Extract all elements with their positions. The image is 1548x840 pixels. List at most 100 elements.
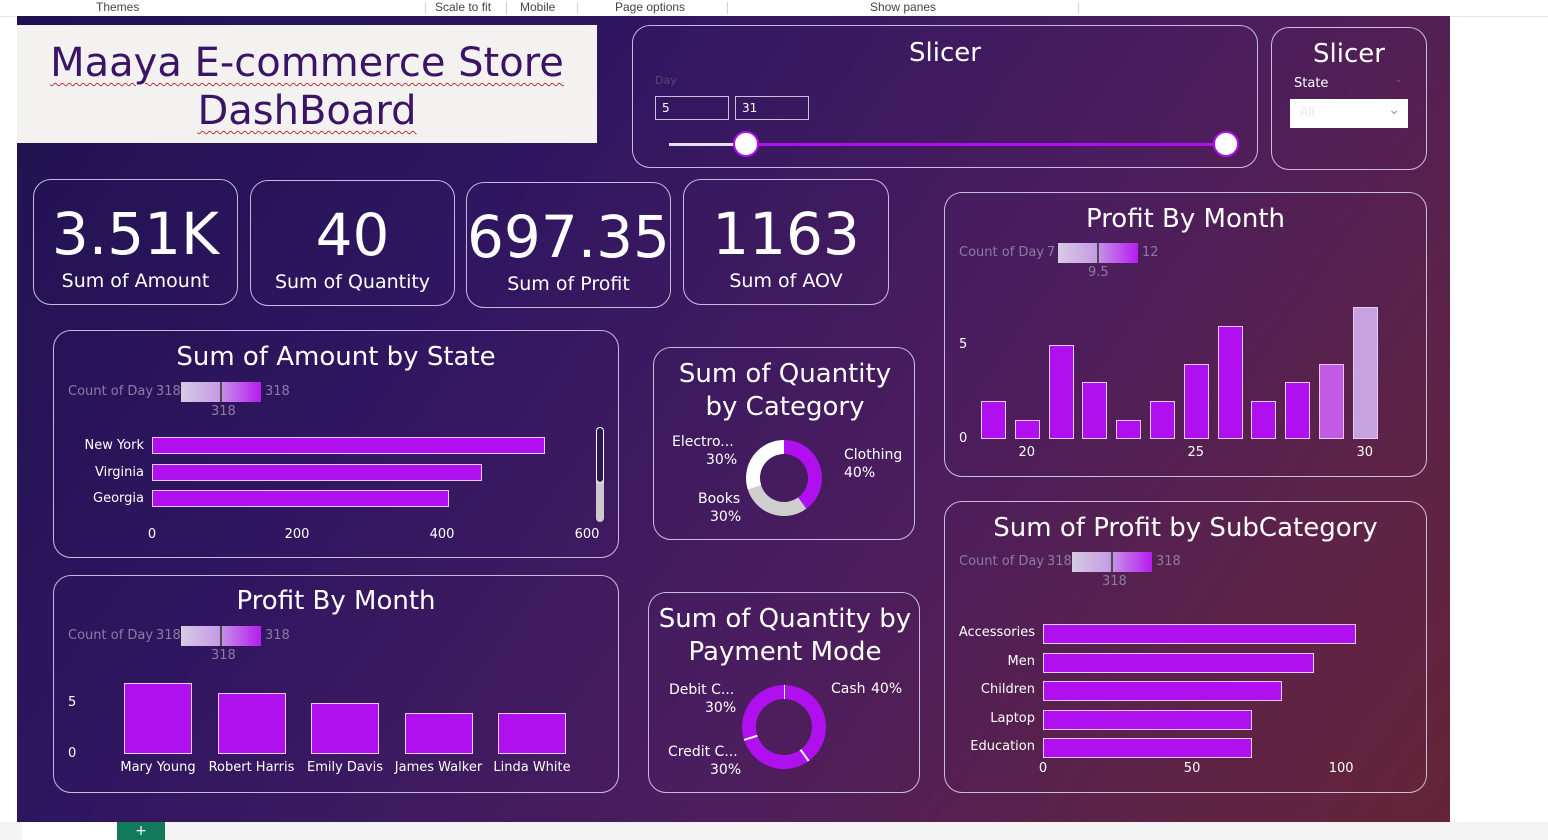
- bar: [1043, 709, 1252, 730]
- category-label: Laptop: [990, 710, 1035, 726]
- slice-label-name: Books: [698, 491, 741, 507]
- y-tick-label: 5: [68, 695, 77, 711]
- bar: [1043, 624, 1357, 644]
- bar: [124, 683, 192, 754]
- slice: [744, 735, 809, 769]
- x-tick-label: 600: [574, 527, 600, 542]
- amount-by-state-chart: Sum of Amount by State Count of Day 318 …: [53, 330, 619, 558]
- dashboard-title-box: Maaya E-commerce Store DashBoard: [17, 25, 597, 143]
- legend-marker: [220, 382, 222, 402]
- bar: [1043, 652, 1315, 673]
- report-toolbar: Themes Scale to fit Mobile Page options …: [0, 0, 1548, 17]
- x-tick-label: 0: [1038, 761, 1048, 776]
- profit-by-customer-chart: Profit By Month Count of Day 318 318 318…: [53, 575, 619, 793]
- category-label: Robert Harris: [208, 760, 295, 775]
- bar: [404, 713, 473, 754]
- kpi-label: Sum of Amount: [61, 270, 210, 292]
- day-slider-min-handle[interactable]: [733, 131, 759, 157]
- x-tick-label: 400: [429, 527, 455, 542]
- mobile-menu[interactable]: Mobile: [520, 0, 555, 15]
- category-label: Virginia: [94, 464, 144, 480]
- bar: [1285, 382, 1311, 439]
- legend-min: 318: [156, 384, 181, 399]
- legend-label: Count of Day: [959, 554, 1045, 569]
- bar: [1116, 420, 1142, 439]
- category-label: James Walker: [394, 760, 483, 775]
- kpi-sum-of-quantity: 40 Sum of Quantity: [250, 180, 455, 306]
- bar: [1319, 363, 1344, 439]
- profit-by-month-chart: Profit By Month Count of Day 7 12 9.5 0 5…: [944, 192, 1427, 477]
- page-tab[interactable]: [22, 822, 116, 840]
- x-tick-label: 20: [1018, 445, 1036, 460]
- legend-label: Count of Day: [68, 384, 154, 399]
- show-panes-menu[interactable]: Show panes: [870, 0, 936, 15]
- state-slicer-title: Slicer: [1313, 39, 1385, 69]
- slice: [747, 484, 807, 516]
- category-label: Emily Davis: [307, 760, 383, 775]
- bar: [1251, 401, 1277, 439]
- kpi-label: Sum of AOV: [729, 270, 843, 292]
- state-dropdown[interactable]: All ⌄: [1290, 99, 1408, 128]
- legend-mid: 318: [211, 648, 236, 663]
- y-tick-label: 0: [68, 746, 77, 761]
- bar: [311, 703, 379, 754]
- bar: [1150, 401, 1175, 439]
- x-tick-label: 50: [1183, 761, 1201, 776]
- slice: [783, 440, 822, 509]
- day-slicer: Slicer Day 5 31: [632, 25, 1258, 168]
- bar: [1352, 307, 1378, 439]
- slice-label-pct: 30%: [710, 509, 742, 525]
- scale-to-fit-menu[interactable]: Scale to fit: [435, 0, 491, 15]
- bar: [1043, 681, 1282, 701]
- legend-marker: [1097, 243, 1099, 263]
- day-slider-max-handle[interactable]: [1213, 131, 1239, 157]
- bar: [1082, 382, 1108, 439]
- chart-title: Sum of Amount by State: [176, 342, 496, 372]
- category-label: New York: [84, 438, 144, 453]
- slice: [746, 440, 785, 490]
- chart-title: Sum of Quantity by Category: [678, 359, 892, 422]
- bar: [152, 437, 545, 454]
- chevron-down-icon: ⌄: [1388, 102, 1400, 118]
- page-options-menu[interactable]: Page options: [615, 0, 685, 15]
- legend-min: 318: [1047, 554, 1072, 569]
- kpi-sum-of-profit: 697.35 Sum of Profit: [466, 182, 671, 308]
- bar: [981, 401, 1006, 439]
- add-page-icon[interactable]: +: [117, 822, 165, 840]
- state-dropdown-value: All: [1300, 105, 1315, 119]
- bar: [1183, 363, 1209, 439]
- category-label: Education: [970, 739, 1035, 754]
- chart-title: Profit By Month: [1085, 204, 1286, 234]
- chart-scrollbar-thumb[interactable]: [596, 427, 604, 483]
- page-title-line-2: DashBoard: [197, 88, 417, 134]
- slice-label-pct: 30%: [710, 762, 742, 778]
- donut-chart: [742, 685, 826, 769]
- slice-label-pct: 40%: [844, 465, 876, 481]
- day-slicer-title: Slicer: [909, 38, 981, 68]
- legend-max: 318: [265, 628, 290, 643]
- day-slider-track-selected: [747, 143, 1227, 146]
- category-label: Georgia: [93, 491, 144, 506]
- category-label: Mary Young: [120, 760, 196, 775]
- legend-label: Count of Day: [959, 245, 1045, 260]
- day-max-input[interactable]: 31: [735, 96, 809, 120]
- bar: [1217, 325, 1243, 439]
- bar: [1014, 420, 1040, 439]
- slice-label-pct: 30%: [706, 452, 738, 468]
- bar: [1043, 738, 1252, 758]
- state-slicer-collapse-icon[interactable]: ⌄: [1394, 72, 1403, 85]
- kpi-sum-of-amount: 3.51K Sum of Amount: [33, 179, 238, 305]
- day-min-input[interactable]: 5: [655, 96, 729, 120]
- slice-label-name: Credit C...: [668, 744, 738, 760]
- category-label: Linda White: [493, 760, 571, 775]
- slice: [742, 685, 785, 740]
- bar: [217, 693, 286, 754]
- quantity-by-category-chart: Sum of Quantity by Category Electro... 3…: [653, 347, 915, 540]
- legend-max: 318: [265, 384, 290, 399]
- bar: [1048, 344, 1074, 439]
- category-label: Children: [980, 682, 1035, 697]
- themes-menu[interactable]: Themes: [96, 0, 139, 15]
- chart-title: Sum of Profit by SubCategory: [993, 513, 1378, 543]
- legend-marker: [220, 626, 222, 646]
- bar: [152, 490, 450, 507]
